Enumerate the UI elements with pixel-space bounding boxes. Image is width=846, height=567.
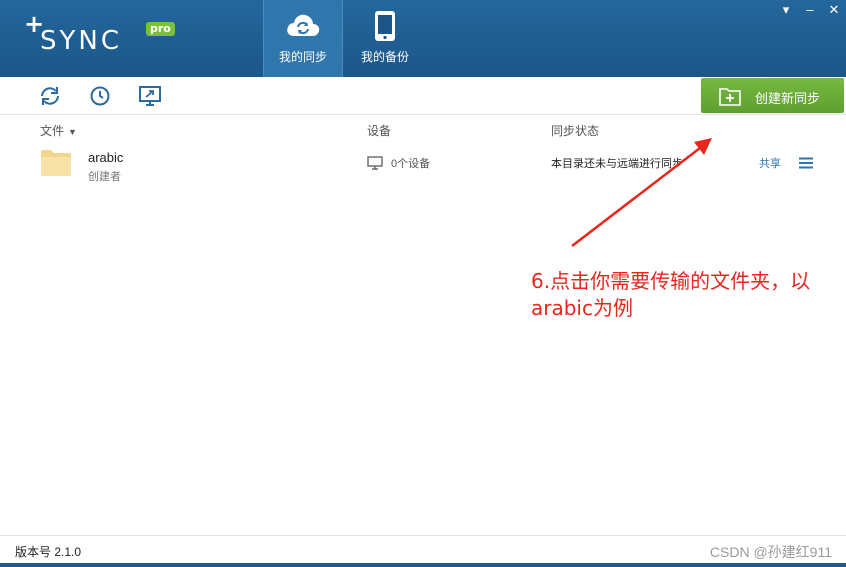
annotation-line-1: 6.点击你需要传输的文件夹，以 — [531, 269, 811, 293]
create-new-sync-label: 创建新同步 — [755, 91, 821, 106]
annotation-line-2: arabic为例 — [531, 296, 633, 320]
tab-my-sync-label: 我的同步 — [278, 50, 327, 64]
sort-down-icon: ▼ — [68, 127, 77, 137]
window-close-button[interactable]: ✕ — [828, 2, 840, 18]
app-header: + SYNC pro 我的同步 我的备份 ▾ – ✕ — [0, 0, 846, 77]
device-count: 0个设备 — [391, 158, 431, 170]
logo-text: SYNC — [40, 26, 122, 56]
add-folder-icon — [719, 86, 741, 109]
folder-creator: 创建者 — [88, 171, 121, 183]
watermark: CSDN @孙建红911 — [709, 544, 832, 560]
logo-pro-badge: pro — [146, 22, 175, 36]
tab-my-backup[interactable]: 我的备份 — [345, 0, 425, 77]
folder-icon — [40, 149, 72, 180]
tab-my-sync[interactable]: 我的同步 — [263, 0, 343, 77]
folder-name[interactable]: arabic — [88, 150, 123, 165]
row-menu-icon[interactable] — [798, 157, 814, 169]
window-menu-button[interactable]: ▾ — [780, 2, 792, 18]
toolbar: 创建新同步 — [0, 77, 846, 115]
history-icon[interactable] — [88, 85, 112, 107]
monitor-icon — [367, 156, 383, 173]
create-new-sync-button[interactable]: 创建新同步 — [701, 78, 844, 113]
tab-my-backup-label: 我的备份 — [360, 50, 409, 64]
annotation-arrow — [560, 128, 720, 256]
column-file-label: 文件 — [40, 124, 65, 138]
column-header-file[interactable]: 文件 ▼ — [40, 122, 77, 139]
column-header-device: 设备 — [367, 124, 392, 138]
window-controls: ▾ – ✕ — [780, 2, 840, 18]
window-bottom-border — [0, 563, 846, 567]
device-icon[interactable] — [138, 85, 162, 107]
status-bar: 版本号 2.1.0 CSDN @孙建红911 — [0, 535, 846, 563]
phone-icon — [374, 10, 396, 45]
refresh-icon[interactable] — [38, 85, 62, 107]
share-link[interactable]: 共享 — [759, 155, 781, 171]
version-label: 版本号 2.1.0 — [15, 545, 82, 559]
window-minimize-button[interactable]: – — [804, 2, 816, 18]
annotation-text: 6.点击你需要传输的文件夹，以 arabic为例 — [531, 268, 831, 322]
sync-logo: + SYNC pro — [22, 12, 192, 62]
cloud-sync-icon — [285, 10, 321, 43]
